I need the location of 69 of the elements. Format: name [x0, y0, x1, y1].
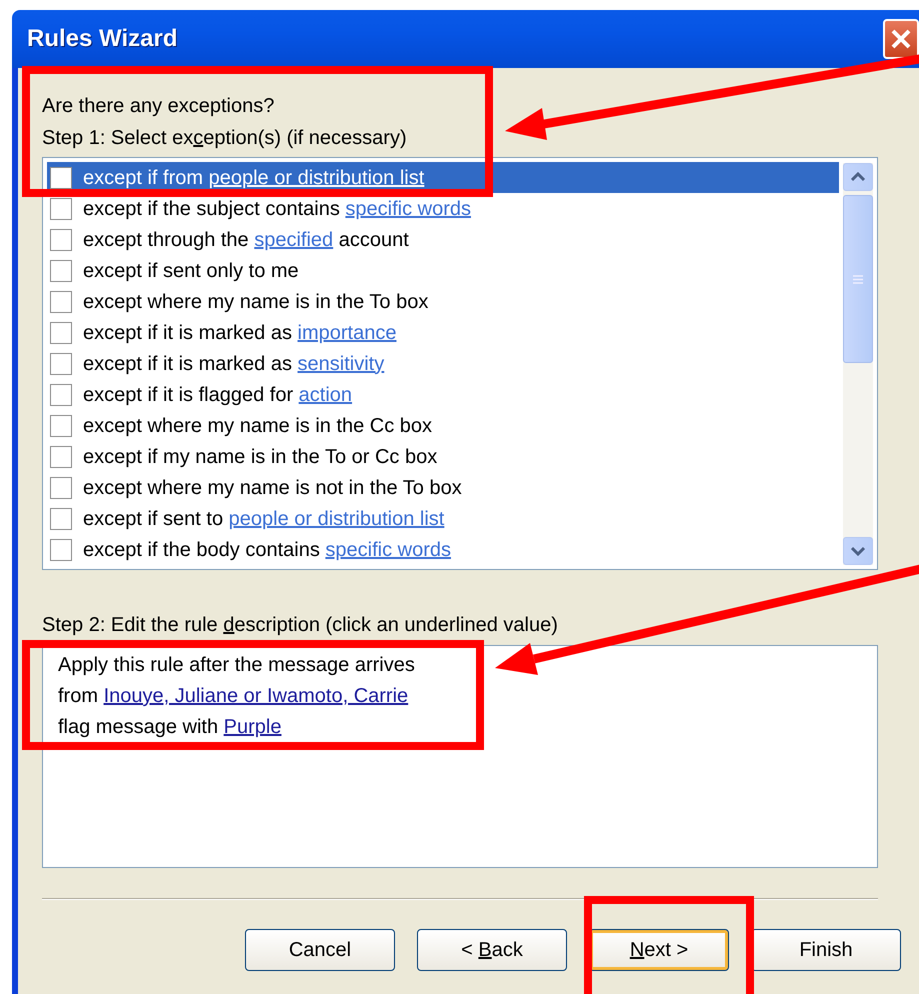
checkbox[interactable] — [50, 260, 72, 282]
checkbox[interactable] — [50, 166, 72, 188]
exception-text: except if it is marked as sensitivity — [83, 352, 384, 376]
exception-text: except if it is marked as importance — [83, 320, 396, 346]
description-line: flag message with Purple — [58, 715, 282, 740]
exception-text: except through the specified account — [83, 228, 409, 252]
exception-row[interactable]: except if from people or distribution list — [47, 162, 839, 193]
value-link[interactable]: specific words — [325, 538, 451, 560]
scroll-down-button[interactable] — [843, 537, 873, 565]
chevron-down-icon — [851, 546, 865, 556]
exception-row[interactable]: except if my name is in the To or Cc box — [47, 441, 839, 472]
checkbox[interactable] — [50, 414, 72, 436]
checkbox[interactable] — [50, 228, 72, 250]
value-link[interactable]: sensitivity — [298, 352, 384, 374]
wizard-button[interactable]: Cancel — [245, 929, 395, 971]
wizard-button[interactable]: Finish — [751, 929, 901, 971]
grip-icon — [853, 274, 863, 284]
exception-row[interactable]: except where my name is not in the To box — [47, 472, 839, 503]
checkbox[interactable] — [50, 476, 72, 498]
exception-row[interactable]: except through the specified account — [47, 224, 839, 255]
exception-text: except if the body contains specific words — [83, 538, 451, 562]
exception-text: except where my name is not in the To box — [83, 476, 462, 500]
exception-row[interactable]: except if the subject contains specific words — [47, 193, 839, 224]
exception-row[interactable]: except if it is marked as importance — [47, 317, 839, 348]
exception-row[interactable]: except if it is flagged for action — [47, 379, 839, 410]
step-label: Step 2: Edit the rule description (click an underlined value) — [42, 613, 559, 638]
question-label: Are there any exceptions? — [42, 94, 276, 119]
checkbox[interactable] — [50, 538, 72, 560]
checkbox[interactable] — [50, 352, 72, 374]
value-link[interactable]: Purple — [224, 716, 282, 738]
exception-row[interactable]: except where my name is in the To box — [47, 286, 839, 317]
value-link[interactable]: people or distribution list — [228, 508, 444, 530]
checkbox[interactable] — [50, 446, 72, 468]
exception-text: except if my name is in the To or Cc box — [83, 444, 438, 470]
value-link[interactable]: specified — [254, 228, 334, 250]
value-link[interactable]: action — [298, 384, 352, 406]
value-link[interactable]: specific words — [345, 198, 471, 220]
exception-row[interactable]: except where my name is in the Cc box — [47, 410, 839, 441]
value-link[interactable]: people or distribution list — [208, 166, 424, 188]
exception-row[interactable]: except if it is marked as sensitivity — [47, 348, 839, 379]
exception-text: except if from people or distribution list — [83, 166, 424, 190]
value-link[interactable]: Inouye, Juliane or Iwamoto, Carrie — [104, 685, 408, 707]
close-icon — [890, 28, 912, 50]
exception-row[interactable]: except if the body contains specific words — [47, 534, 839, 565]
wizard-button[interactable]: < Back — [417, 929, 567, 971]
step-label: Step 1: Select exception(s) (if necessary) — [42, 126, 408, 151]
exception-row[interactable]: except if sent to people or distribution list — [47, 503, 839, 534]
chevron-up-icon — [851, 172, 865, 182]
exception-text: except where my name is in the To box — [83, 290, 428, 314]
exception-text: except if sent only to me — [83, 258, 299, 284]
exception-text: except if the subject contains specific words — [83, 196, 471, 222]
wizard-button[interactable]: Next > — [589, 929, 729, 971]
checkbox[interactable] — [50, 508, 72, 530]
checkbox[interactable] — [50, 322, 72, 344]
value-link[interactable]: importance — [298, 322, 396, 344]
checkbox[interactable] — [50, 290, 72, 312]
window-title: Rules Wizard — [27, 24, 178, 54]
exception-text: except where my name is in the Cc box — [83, 414, 432, 438]
description-line: Apply this rule after the message arrives — [58, 653, 416, 678]
description-line: from Inouye, Juliane or Iwamoto, Carrie — [58, 684, 410, 709]
checkbox[interactable] — [50, 198, 72, 220]
exception-text: except if sent to people or distribution list — [83, 506, 444, 532]
checkbox[interactable] — [50, 384, 72, 406]
scroll-up-button[interactable] — [843, 163, 873, 191]
exception-row[interactable]: except if sent only to me — [47, 255, 839, 286]
exception-text: except if it is flagged for action — [83, 382, 352, 408]
close-button[interactable] — [883, 19, 919, 59]
scroll-thumb[interactable] — [843, 195, 873, 363]
scrollbar[interactable] — [843, 163, 873, 565]
